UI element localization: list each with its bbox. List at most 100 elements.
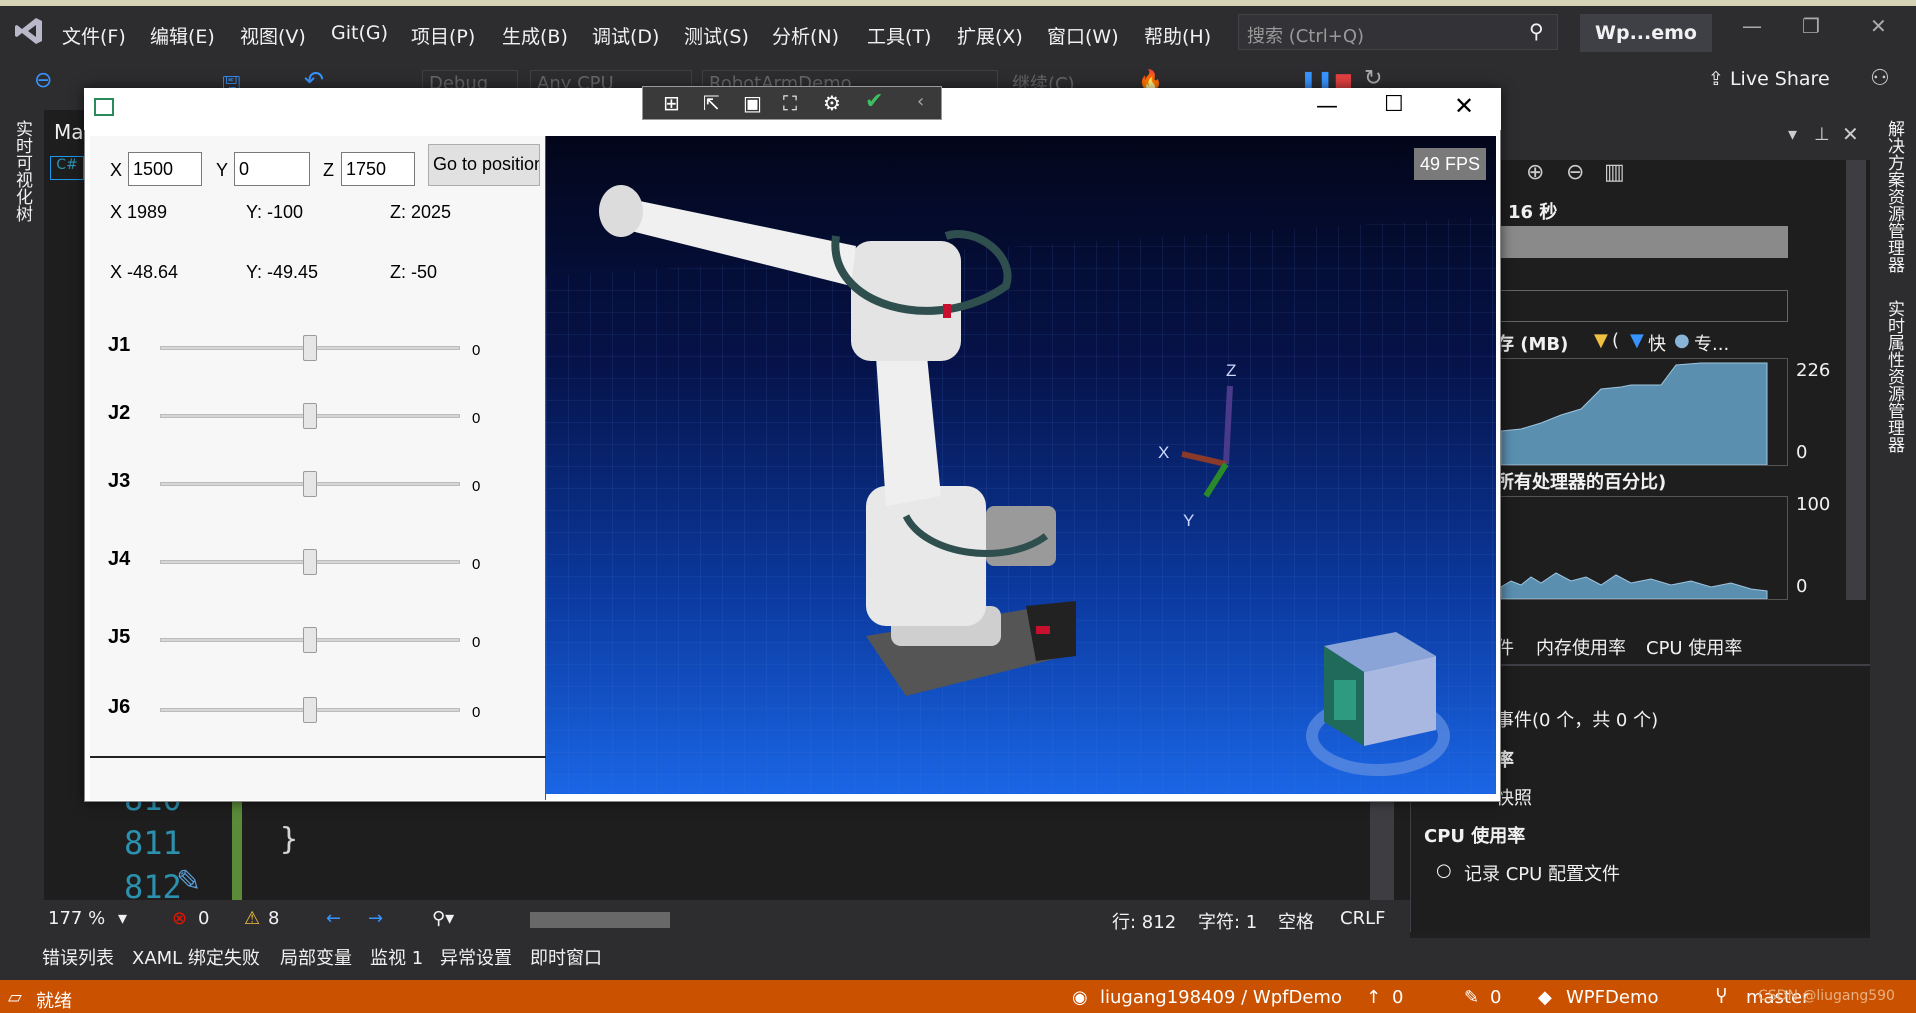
zoom-chevron-icon[interactable]: ▾	[118, 908, 127, 929]
joint-slider-thumb-j3[interactable]	[303, 471, 317, 497]
error-count[interactable]: 0	[198, 908, 209, 929]
project-name[interactable]: WPFDemo	[1566, 987, 1659, 1008]
warning-count[interactable]: 8	[268, 908, 279, 929]
joint-value-j4: 0	[472, 556, 481, 573]
whitespace-mode[interactable]: 空格	[1278, 908, 1314, 934]
robot-turret	[866, 486, 986, 626]
title-accent-strip	[0, 0, 1916, 6]
editor-tab[interactable]: Ma	[54, 120, 84, 144]
memory-chart[interactable]	[1500, 358, 1788, 466]
tab-exception-settings[interactable]: 异常设置	[440, 944, 512, 970]
record-radio-icon[interactable]: ○	[1436, 860, 1452, 881]
display-adorners-icon[interactable]: ▣	[743, 91, 762, 115]
menu-tools[interactable]: 工具(T)	[867, 22, 931, 49]
tab-memory-usage[interactable]: 内存使用率	[1536, 634, 1626, 660]
menu-project[interactable]: 项目(P)	[411, 22, 475, 49]
changes-count[interactable]: 0	[1490, 987, 1501, 1008]
pencil-icon[interactable]: ✎	[1464, 987, 1479, 1008]
csharp-file-icon: C#	[50, 156, 84, 180]
timeline-bar[interactable]	[1500, 226, 1788, 258]
solution-explorer-tab[interactable]: 解决方案资源管理器	[1882, 120, 1907, 273]
vs-minimize-button[interactable]: —	[1742, 14, 1762, 38]
tab-immediate-window[interactable]: 即时窗口	[530, 944, 602, 970]
vs-maximize-button[interactable]: ❐	[1802, 14, 1820, 38]
track-focus-icon[interactable]: ⛶	[783, 91, 797, 115]
push-icon[interactable]: ↑	[1366, 987, 1381, 1008]
tab-xaml-binding-failures[interactable]: XAML 绑定失败	[132, 944, 260, 970]
code-cleanup-icon[interactable]: ⚲▾	[432, 908, 454, 929]
private-bytes-legend-icon: ●	[1674, 330, 1690, 351]
cursor-char[interactable]: 字符: 1	[1198, 908, 1257, 934]
previous-issue-icon[interactable]: ←	[326, 908, 341, 929]
gc-legend-icon: ▼	[1594, 330, 1608, 351]
diag-scrollbar[interactable]	[1846, 160, 1866, 600]
menu-help[interactable]: 帮助(H)	[1144, 22, 1211, 49]
zoom-level-dropdown[interactable]: 177 %	[48, 908, 105, 929]
line-ending[interactable]: CRLF	[1340, 908, 1385, 929]
github-icon[interactable]: ◉	[1072, 987, 1088, 1008]
hot-reload-ok-icon[interactable]: ✔	[865, 89, 883, 114]
take-snapshot-link[interactable]: 快照	[1496, 784, 1532, 810]
select-element-icon[interactable]: ⇱	[703, 91, 720, 115]
error-icon[interactable]: ⊗	[172, 908, 187, 929]
menu-test[interactable]: 测试(S)	[684, 22, 749, 49]
joint-slider-thumb-j6[interactable]	[303, 697, 317, 723]
zoom-out-icon[interactable]: ⊖	[1566, 160, 1584, 185]
live-share-button[interactable]: ⇪ Live Share	[1708, 68, 1830, 90]
push-count[interactable]: 0	[1392, 987, 1403, 1008]
vs-close-button[interactable]: ✕	[1870, 14, 1887, 38]
tab-watch[interactable]: 监视 1	[370, 944, 423, 970]
go-to-position-button[interactable]: Go to position	[428, 144, 540, 186]
branch-icon[interactable]: Ⴤ	[1716, 987, 1727, 1008]
tab-error-list[interactable]: 错误列表	[42, 944, 114, 970]
tab-cpu-usage[interactable]: CPU 使用率	[1646, 634, 1742, 660]
target-y-input[interactable]	[234, 152, 310, 186]
account-icon[interactable]: ⚇	[1870, 66, 1890, 91]
binding-failures-icon[interactable]: ⚙	[823, 91, 841, 115]
menu-extensions[interactable]: 扩展(X)	[957, 22, 1023, 49]
app-minimize-button[interactable]: —	[1316, 94, 1338, 119]
menu-build[interactable]: 生成(B)	[502, 22, 568, 49]
joint-slider-thumb-j1[interactable]	[303, 335, 317, 361]
project-icon[interactable]: ◆	[1538, 987, 1552, 1008]
3d-viewport[interactable]: Z X Y	[546, 136, 1496, 794]
joint-label-j1: J1	[108, 334, 131, 356]
next-issue-icon[interactable]: →	[368, 908, 383, 929]
app-maximize-button[interactable]: ☐	[1384, 92, 1404, 117]
gc-legend-label: (	[1612, 330, 1620, 351]
menu-debug[interactable]: 调试(D)	[592, 22, 659, 49]
collapse-toolbar-icon[interactable]: ‹	[917, 91, 924, 112]
menu-edit[interactable]: 编辑(E)	[150, 22, 215, 49]
joint-slider-thumb-j4[interactable]	[303, 549, 317, 575]
menu-git[interactable]: Git(G)	[331, 22, 388, 44]
live-visual-tree-tab[interactable]: 实时可视化树	[10, 120, 35, 222]
app-close-button[interactable]: ✕	[1454, 92, 1474, 120]
cursor-line[interactable]: 行: 812	[1112, 908, 1176, 934]
dropdown-icon[interactable]: ▾	[1788, 124, 1797, 145]
target-x-input[interactable]	[128, 152, 202, 186]
quick-action-icon[interactable]: ✎	[176, 864, 201, 899]
menu-view[interactable]: 视图(V)	[240, 22, 306, 49]
tab-locals[interactable]: 局部变量	[280, 944, 352, 970]
horizontal-scrollbar-thumb[interactable]	[530, 912, 670, 928]
cpu-chart[interactable]	[1500, 496, 1788, 600]
go-to-live-tree-icon[interactable]: ⊞	[663, 91, 680, 115]
back-nav-icon[interactable]: ⊖	[34, 68, 52, 93]
record-cpu-profile-button[interactable]: 记录 CPU 配置文件	[1464, 860, 1620, 886]
reset-view-icon[interactable]: ▥	[1604, 160, 1625, 185]
search-input[interactable]: 搜索 (Ctrl+Q) ⚲	[1238, 14, 1558, 50]
menu-window[interactable]: 窗口(W)	[1047, 22, 1119, 49]
target-z-input[interactable]	[341, 152, 415, 186]
close-panel-icon[interactable]: ✕	[1842, 122, 1859, 146]
repo-name[interactable]: liugang198409 / WpfDemo	[1100, 987, 1342, 1008]
warning-icon[interactable]: ⚠	[244, 908, 260, 929]
joint-slider-thumb-j5[interactable]	[303, 627, 317, 653]
zoom-in-icon[interactable]: ⊕	[1526, 160, 1544, 185]
joint-value-j2: 0	[472, 410, 481, 427]
menu-analyze[interactable]: 分析(N)	[772, 22, 839, 49]
live-property-explorer-tab[interactable]: 实时属性资源管理器	[1882, 300, 1907, 453]
menu-file[interactable]: 文件(F)	[62, 22, 126, 49]
joint-slider-thumb-j2[interactable]	[303, 403, 317, 429]
events-track	[1500, 290, 1788, 322]
pin-icon[interactable]: ⊥	[1814, 124, 1830, 145]
